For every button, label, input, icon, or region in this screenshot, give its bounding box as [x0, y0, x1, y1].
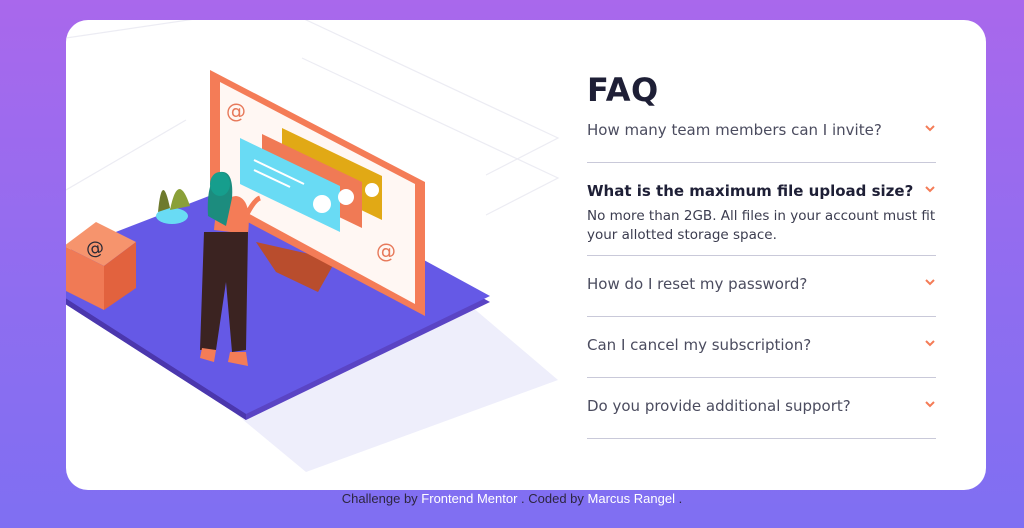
faq-question: How do I reset my password?	[587, 275, 808, 293]
faq-question: Can I cancel my subscription?	[587, 336, 812, 354]
svg-text:@: @	[226, 99, 246, 123]
faq-item[interactable]: Do you provide additional support?	[587, 378, 936, 439]
faq-card: @ @ @ FAQ How many team members can I in…	[66, 20, 986, 490]
faq-question-toggle[interactable]: How do I reset my password?	[587, 256, 936, 316]
faq-item[interactable]: Can I cancel my subscription?	[587, 317, 936, 378]
faq-question-toggle[interactable]: How many team members can I invite?	[587, 120, 936, 162]
woman-online-illustration: @ @ @	[66, 20, 560, 472]
faq-answer: No more than 2GB. All files in your acco…	[587, 208, 936, 243]
faq-question-toggle[interactable]: Do you provide additional support?	[587, 378, 936, 438]
chevron-down-icon[interactable]	[924, 183, 936, 195]
footer-middle: . Coded by	[521, 491, 584, 506]
footer-prefix: Challenge by	[341, 491, 418, 506]
chevron-down-icon[interactable]	[924, 337, 936, 349]
svg-text:@: @	[376, 239, 396, 263]
svg-text:@: @	[85, 237, 106, 260]
chevron-down-icon[interactable]	[924, 122, 936, 134]
faq-question: What is the maximum file upload size?	[587, 182, 914, 200]
chevron-down-icon[interactable]	[924, 276, 936, 288]
faq-question-toggle[interactable]: Can I cancel my subscription?	[587, 317, 936, 377]
faq-section: FAQ How many team members can I invite? …	[587, 70, 936, 439]
page-title: FAQ	[587, 71, 659, 109]
attribution-footer: Challenge by Frontend Mentor . Coded by …	[0, 491, 1024, 506]
footer-suffix: .	[678, 491, 683, 506]
faq-question-toggle[interactable]: What is the maximum file upload size?	[587, 163, 936, 209]
chevron-down-icon[interactable]	[924, 398, 936, 410]
faq-question: How many team members can I invite?	[587, 121, 882, 139]
author-link[interactable]: Marcus Rangel	[588, 491, 675, 506]
faq-item[interactable]: How do I reset my password?	[587, 256, 936, 317]
frontend-mentor-link[interactable]: Frontend Mentor	[421, 491, 517, 506]
faq-item[interactable]: How many team members can I invite?	[587, 120, 936, 163]
faq-item[interactable]: What is the maximum file upload size? No…	[587, 163, 936, 256]
faq-question: Do you provide additional support?	[587, 397, 851, 415]
